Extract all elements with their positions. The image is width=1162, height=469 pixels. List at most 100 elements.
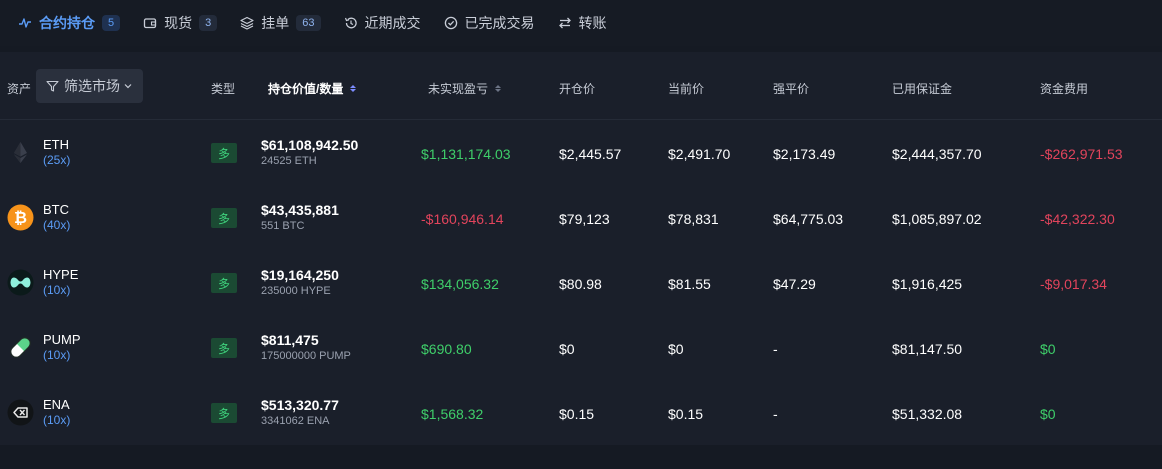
coin-name: HYPE — [43, 267, 79, 282]
layers-icon — [240, 16, 254, 30]
position-value: $43,435,881 — [261, 202, 339, 218]
position-qty: 175000000 PUMP — [261, 350, 351, 362]
margin-used: $1,916,425 — [892, 276, 963, 292]
position-qty: 551 BTC — [261, 220, 305, 232]
leverage: (40x) — [43, 218, 71, 232]
tab-count-badge: 3 — [199, 15, 218, 31]
entry-price: $0 — [559, 341, 575, 357]
activity-icon — [18, 16, 32, 30]
header-position-value-label: 持仓价值/数量 — [268, 82, 344, 96]
header-position-value[interactable]: 持仓价值/数量 — [268, 80, 357, 97]
mark-price: $0 — [668, 341, 684, 357]
tab-spot[interactable]: 现货 3 — [143, 0, 218, 46]
position-qty: 3341062 ENA — [261, 415, 330, 427]
position-value: $61,108,942.50 — [261, 137, 359, 153]
coin-name: BTC — [43, 202, 69, 217]
filter-icon — [46, 80, 59, 92]
header-unrealized-pnl-label: 未实现盈亏 — [428, 82, 489, 96]
header-entry-price: 开仓价 — [559, 82, 596, 96]
margin-used: $2,444,357.70 — [892, 146, 982, 162]
long-badge: 多 — [211, 338, 237, 358]
table-row[interactable]: PUMP (10x) 多 $811,475 175000000 PUMP $69… — [0, 315, 1162, 380]
margin-used: $1,085,897.02 — [892, 211, 982, 227]
tab-recent-trades[interactable]: 近期成交 — [344, 0, 421, 46]
chevron-down-icon — [124, 84, 132, 89]
table-row[interactable]: ETH (25x) 多 $61,108,942.50 24525 ETH $1,… — [0, 120, 1162, 185]
ena-icon — [7, 399, 34, 426]
entry-price: $2,445.57 — [559, 146, 622, 162]
table-row[interactable]: ₿ BTC (40x) 多 $43,435,881 551 BTC -$160,… — [0, 185, 1162, 250]
btc-icon: ₿ — [7, 204, 34, 231]
tab-label: 挂单 — [261, 15, 290, 31]
long-badge: 多 — [211, 403, 237, 423]
hype-icon — [7, 269, 34, 296]
market-filter-dropdown[interactable]: 筛选市场 — [36, 69, 143, 103]
leverage: (10x) — [43, 413, 71, 427]
tab-label: 现货 — [164, 15, 193, 31]
unrealized-pnl: $1,568.32 — [421, 406, 484, 422]
eth-icon — [14, 142, 27, 163]
long-badge: 多 — [211, 143, 237, 163]
sort-icon[interactable] — [350, 85, 357, 92]
transfer-icon — [558, 16, 572, 30]
entry-price: $0.15 — [559, 406, 595, 422]
table-row[interactable]: HYPE (10x) 多 $19,164,250 235000 HYPE $13… — [0, 250, 1162, 315]
liq-price: - — [773, 341, 778, 357]
long-badge: 多 — [211, 208, 237, 228]
funding-fee: -$262,971.53 — [1040, 146, 1123, 162]
position-qty: 24525 ETH — [261, 155, 317, 167]
tab-label: 转账 — [578, 15, 607, 31]
svg-text:₿: ₿ — [14, 208, 27, 227]
entry-price: $80.98 — [559, 276, 602, 292]
tab-count-badge: 5 — [102, 15, 121, 31]
header-mark-price: 当前价 — [668, 82, 705, 96]
header-asset: 资产 — [7, 82, 32, 96]
liq-price: $47.29 — [773, 276, 816, 292]
funding-fee: $0 — [1040, 406, 1056, 422]
position-tabs: 合约持仓 5 现货 3 挂单 63 近期成交 已完成交易 转账 — [0, 0, 1162, 46]
funding-fee: -$9,017.34 — [1040, 276, 1107, 292]
position-value: $19,164,250 — [261, 267, 339, 283]
header-liq-price: 强平价 — [773, 82, 810, 96]
position-value: $513,320.77 — [261, 397, 339, 413]
leverage: (10x) — [43, 283, 71, 297]
coin-name: PUMP — [43, 332, 81, 347]
tab-perp-positions[interactable]: 合约持仓 5 — [18, 0, 121, 46]
coin-name: ENA — [43, 397, 70, 412]
table-row[interactable]: ENA (10x) 多 $513,320.77 3341062 ENA $1,5… — [0, 380, 1162, 445]
mark-price: $2,491.70 — [668, 146, 731, 162]
header-type: 类型 — [211, 82, 236, 96]
history-icon — [344, 16, 358, 30]
funding-fee: -$42,322.30 — [1040, 211, 1115, 227]
position-qty: 235000 HYPE — [261, 285, 331, 297]
positions-table: 资产 筛选市场 类型 持仓价值/数量 未实现盈亏 开仓价 当前价 强平价 已用保… — [0, 52, 1162, 445]
long-badge: 多 — [211, 273, 237, 293]
funding-fee: $0 — [1040, 341, 1056, 357]
leverage: (25x) — [43, 153, 71, 167]
tab-transfers[interactable]: 转账 — [558, 0, 607, 46]
mark-price: $0.15 — [668, 406, 704, 422]
entry-price: $79,123 — [559, 211, 610, 227]
sort-icon[interactable] — [495, 85, 502, 92]
mark-price: $78,831 — [668, 211, 719, 227]
unrealized-pnl: -$160,946.14 — [421, 211, 504, 227]
tab-open-orders[interactable]: 挂单 63 — [240, 0, 321, 46]
table-header: 资产 筛选市场 类型 持仓价值/数量 未实现盈亏 开仓价 当前价 强平价 已用保… — [0, 52, 1162, 120]
margin-used: $81,147.50 — [892, 341, 963, 357]
coin-name: ETH — [43, 137, 69, 152]
header-margin-used: 已用保证金 — [892, 82, 953, 96]
unrealized-pnl: $690.80 — [421, 341, 472, 357]
check-circle-icon — [444, 16, 458, 30]
margin-used: $51,332.08 — [892, 406, 963, 422]
filter-label: 筛选市场 — [64, 78, 120, 94]
unrealized-pnl: $1,131,174.03 — [421, 146, 511, 162]
wallet-icon — [143, 16, 157, 30]
liq-price: $2,173.49 — [773, 146, 836, 162]
header-unrealized-pnl[interactable]: 未实现盈亏 — [428, 80, 502, 97]
header-funding: 资金费用 — [1040, 82, 1089, 96]
liq-price: - — [773, 406, 778, 422]
tab-completed-trades[interactable]: 已完成交易 — [444, 0, 535, 46]
leverage: (10x) — [43, 348, 71, 362]
tab-count-badge: 63 — [296, 15, 321, 31]
position-value: $811,475 — [261, 332, 319, 348]
